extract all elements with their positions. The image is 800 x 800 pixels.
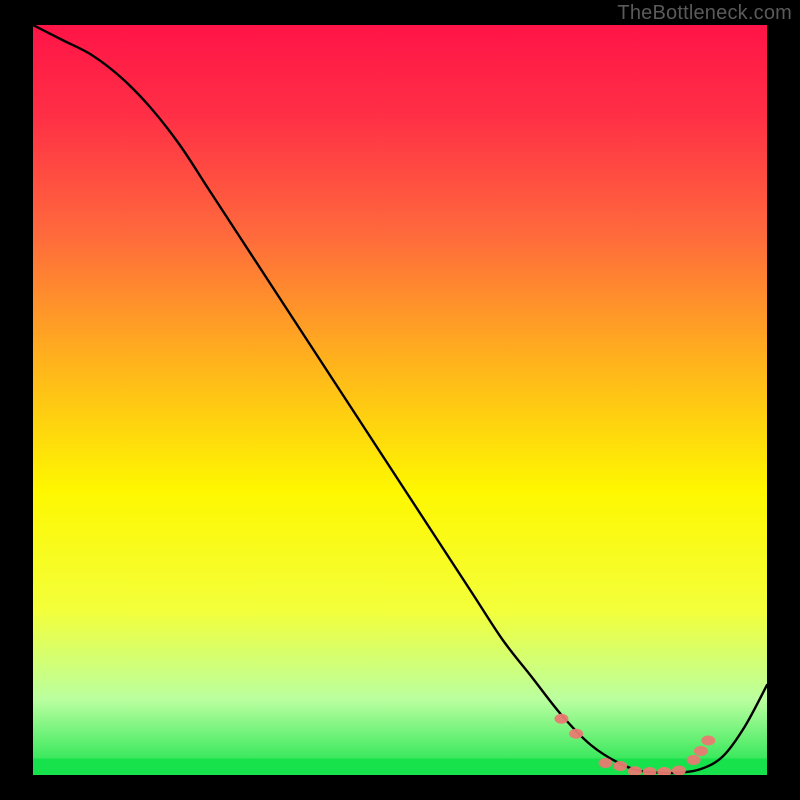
attribution-text: TheBottleneck.com [617, 2, 792, 25]
marker-dot [554, 714, 568, 724]
marker-dot [694, 746, 708, 756]
marker-dot [701, 736, 715, 746]
chart-plot-area [33, 25, 767, 775]
marker-dot [687, 755, 701, 765]
marker-dot [613, 761, 627, 771]
chart-svg [33, 25, 767, 775]
marker-dot [569, 729, 583, 739]
marker-dot [599, 758, 613, 768]
gradient-background [33, 25, 767, 775]
